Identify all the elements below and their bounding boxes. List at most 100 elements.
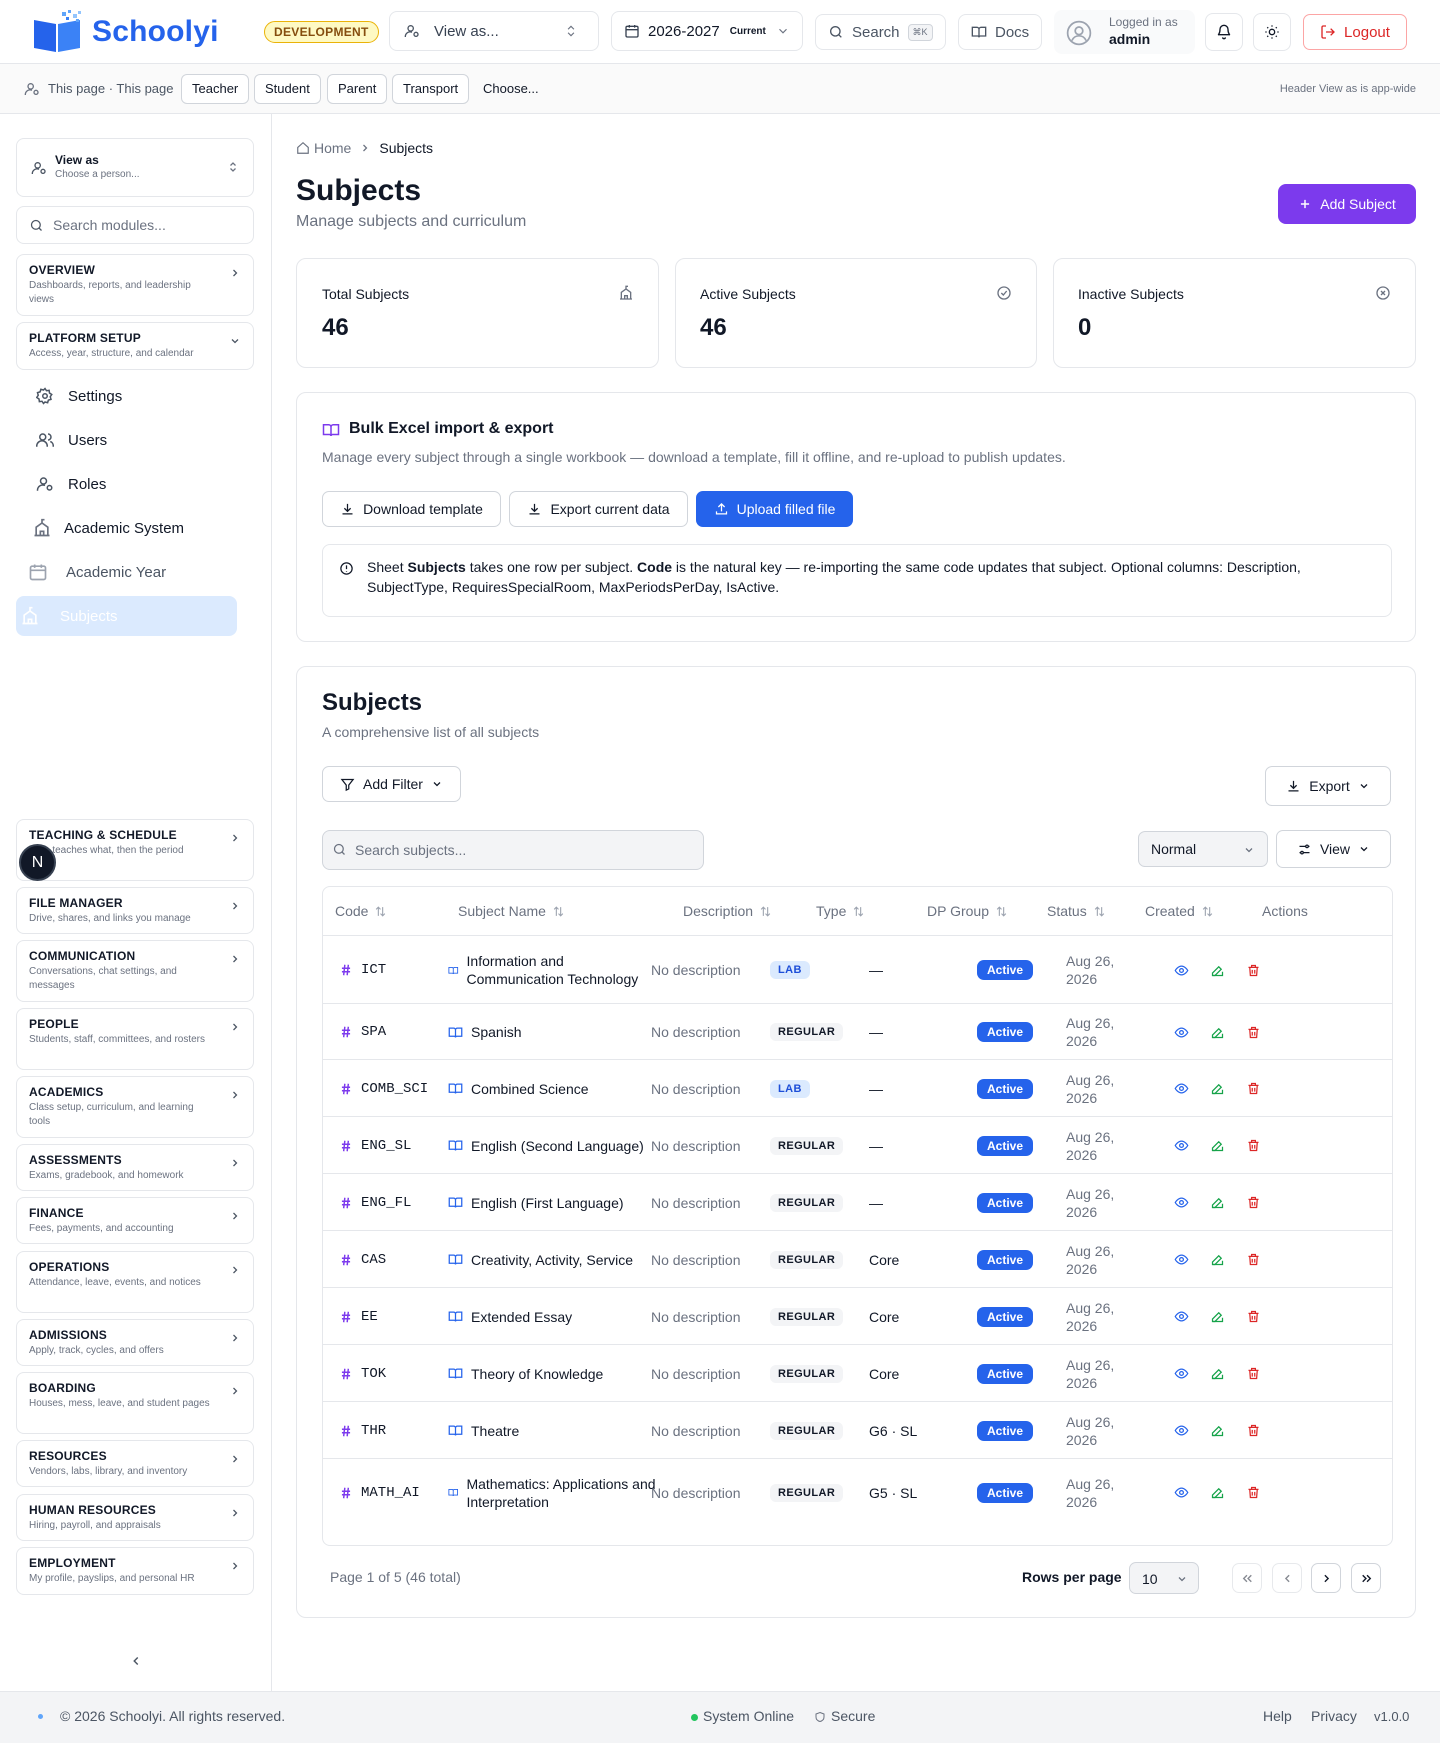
- sidebar-item-roles[interactable]: Roles: [22, 464, 236, 504]
- delete-button[interactable]: [1246, 1174, 1261, 1231]
- sidebar-section-admissions[interactable]: ADMISSIONS Apply, track, cycles, and offe…: [16, 1319, 254, 1366]
- table-row[interactable]: ENG_SL English (Second Language) No descri…: [323, 1116, 1392, 1174]
- view-as-select[interactable]: View as...: [389, 11, 599, 51]
- sidebar-section-academics[interactable]: ACADEMICS Class setup, curriculum, and le…: [16, 1076, 254, 1138]
- column-header-created[interactable]: Created: [1145, 887, 1214, 935]
- module-search-input[interactable]: Search modules...: [53, 217, 166, 233]
- column-header-type[interactable]: Type: [816, 887, 865, 935]
- next-page-button[interactable]: [1311, 1563, 1341, 1593]
- table-row[interactable]: EE Extended Essay No description REGULAR Cor…: [323, 1287, 1392, 1345]
- edit-button[interactable]: [1210, 1402, 1225, 1459]
- delete-button[interactable]: [1246, 1288, 1261, 1345]
- theme-toggle-button[interactable]: [1253, 13, 1291, 51]
- sidebar-section-employment[interactable]: EMPLOYMENT My profile, payslips, and pers…: [16, 1547, 254, 1595]
- view-button[interactable]: [1174, 936, 1189, 1004]
- table-export-button[interactable]: Export: [1265, 766, 1391, 806]
- view-button[interactable]: [1174, 1459, 1189, 1526]
- breadcrumb-home[interactable]: Home: [314, 140, 351, 156]
- sidebar-section-resources[interactable]: RESOURCES Vendors, labs, library, and inv…: [16, 1440, 254, 1487]
- delete-button[interactable]: [1246, 1117, 1261, 1174]
- sidebar-section-assessments[interactable]: ASSESSMENTS Exams, gradebook, and homewor…: [16, 1144, 254, 1191]
- view-button[interactable]: [1174, 1117, 1189, 1174]
- choose-person-link[interactable]: Choose...: [483, 81, 539, 96]
- delete-button[interactable]: [1246, 1459, 1261, 1526]
- sidebar-section-file-manager[interactable]: FILE MANAGER Drive, shares, and links you…: [16, 887, 254, 934]
- sidebar-section-people[interactable]: PEOPLE Students, staff, committees, and r…: [16, 1008, 254, 1070]
- docs-button[interactable]: Docs: [958, 14, 1042, 50]
- view-button[interactable]: [1174, 1174, 1189, 1231]
- sidebar-item-subjects[interactable]: Subjects: [16, 596, 237, 636]
- edit-button[interactable]: [1210, 1459, 1225, 1526]
- table-row[interactable]: MATH_AI Mathematics: Applications and Int…: [323, 1458, 1392, 1526]
- view-button[interactable]: [1174, 1345, 1189, 1402]
- edit-button[interactable]: [1210, 1117, 1225, 1174]
- academic-year-select[interactable]: 2026-2027 Current: [611, 11, 803, 51]
- avatar[interactable]: N: [19, 844, 56, 881]
- chip-student[interactable]: Student: [254, 74, 321, 104]
- download-template-button[interactable]: Download template: [322, 491, 501, 527]
- sidebar-item-academic-year[interactable]: Academic Year: [22, 552, 236, 592]
- edit-button[interactable]: [1210, 1288, 1225, 1345]
- previous-page-button[interactable]: [1272, 1563, 1302, 1593]
- delete-button[interactable]: [1246, 1231, 1261, 1288]
- collapse-sidebar-icon[interactable]: [129, 1654, 143, 1668]
- add-subject-button[interactable]: Add Subject: [1278, 184, 1416, 224]
- delete-button[interactable]: [1246, 1060, 1261, 1117]
- edit-button[interactable]: [1210, 1174, 1225, 1231]
- sidebar-item-settings[interactable]: Settings: [22, 376, 236, 416]
- add-filter-button[interactable]: Add Filter: [322, 766, 461, 802]
- sidebar-section-overview[interactable]: OVERVIEW Dashboards, reports, and leader…: [16, 254, 254, 316]
- chip-teacher[interactable]: Teacher: [181, 74, 250, 104]
- global-search-button[interactable]: Search ⌘K: [815, 14, 946, 50]
- sidebar-section-human-resources[interactable]: HUMAN RESOURCES Hiring, payroll, and appr…: [16, 1494, 254, 1541]
- density-select[interactable]: Normal: [1138, 831, 1268, 867]
- view-button[interactable]: [1174, 1231, 1189, 1288]
- sidebar-section-communication[interactable]: COMMUNICATION Conversations, chat setting…: [16, 940, 254, 1002]
- chip-parent[interactable]: Parent: [327, 74, 388, 104]
- privacy-link[interactable]: Privacy: [1311, 1708, 1357, 1724]
- user-menu[interactable]: Logged in as admin: [1054, 10, 1195, 54]
- table-row[interactable]: CAS Creativity, Activity, Service No descr…: [323, 1230, 1392, 1288]
- help-link[interactable]: Help: [1263, 1708, 1292, 1724]
- view-button[interactable]: [1174, 1060, 1189, 1117]
- sidebar-view-as-select[interactable]: View as Choose a person...: [16, 138, 254, 197]
- subject-search-field[interactable]: Search subjects...: [322, 830, 704, 870]
- last-page-button[interactable]: [1351, 1563, 1381, 1593]
- column-header-description[interactable]: Description: [683, 887, 772, 935]
- delete-button[interactable]: [1246, 1402, 1261, 1459]
- module-search[interactable]: Search modules...: [16, 206, 254, 244]
- delete-button[interactable]: [1246, 1345, 1261, 1402]
- view-options-button[interactable]: View: [1276, 830, 1391, 868]
- view-button[interactable]: [1174, 1004, 1189, 1060]
- table-row[interactable]: THR Theatre No description REGULAR G6 · SL Ac…: [323, 1401, 1392, 1459]
- column-header-code[interactable]: Code: [335, 887, 387, 935]
- sidebar-section-finance[interactable]: FINANCE Fees, payments, and accounting: [16, 1197, 254, 1244]
- edit-button[interactable]: [1210, 1345, 1225, 1402]
- delete-button[interactable]: [1246, 1004, 1261, 1060]
- view-button[interactable]: [1174, 1402, 1189, 1459]
- sidebar-section-platform-setup[interactable]: PLATFORM SETUP Access, year, structure, …: [16, 322, 254, 370]
- column-header-status[interactable]: Status: [1047, 887, 1106, 935]
- view-button[interactable]: [1174, 1288, 1189, 1345]
- logout-button[interactable]: Logout: [1303, 14, 1407, 50]
- subject-search-input[interactable]: Search subjects...: [355, 842, 466, 858]
- delete-button[interactable]: [1246, 936, 1261, 1004]
- sidebar-section-operations[interactable]: OPERATIONS Attendance, leave, events, and…: [16, 1251, 254, 1313]
- column-header-subject-name[interactable]: Subject Name: [458, 887, 565, 935]
- notifications-button[interactable]: [1205, 13, 1243, 51]
- logo[interactable]: Schoolyi: [32, 10, 219, 54]
- edit-button[interactable]: [1210, 1004, 1225, 1060]
- edit-button[interactable]: [1210, 1231, 1225, 1288]
- sidebar-section-boarding[interactable]: BOARDING Houses, mess, leave, and student…: [16, 1372, 254, 1434]
- sidebar-item-users[interactable]: Users: [22, 420, 236, 460]
- upload-filled-file-button[interactable]: Upload filled file: [696, 491, 853, 527]
- chip-transport[interactable]: Transport: [392, 74, 470, 104]
- table-row[interactable]: SPA Spanish No description REGULAR — Active Au…: [323, 1003, 1392, 1060]
- table-row[interactable]: ICT Information and Communication Technol…: [323, 935, 1392, 1004]
- table-row[interactable]: TOK Theory of Knowledge No description REGU…: [323, 1344, 1392, 1402]
- sidebar-item-academic-system[interactable]: Academic System: [22, 508, 236, 548]
- edit-button[interactable]: [1210, 936, 1225, 1004]
- first-page-button[interactable]: [1232, 1563, 1262, 1593]
- table-row[interactable]: ENG_FL English (First Language) No descrip…: [323, 1173, 1392, 1231]
- table-row[interactable]: COMB_SCI Combined Science No description LA…: [323, 1059, 1392, 1117]
